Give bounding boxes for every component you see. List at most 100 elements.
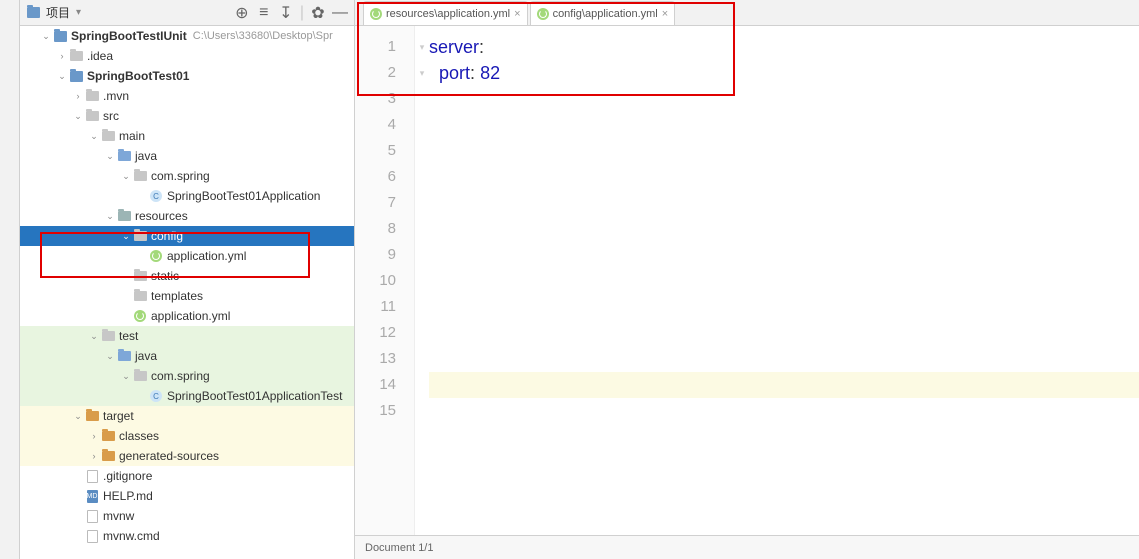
project-tree[interactable]: ⌄ SpringBootTestIUnit C:\Users\33680\Deskt… (20, 26, 354, 559)
chevron-right-icon[interactable]: › (72, 91, 84, 101)
tree-row[interactable]: ›.idea (20, 46, 354, 66)
tree-row[interactable]: mvnw (20, 506, 354, 526)
tree-row[interactable]: ›generated-sources (20, 446, 354, 466)
code-line[interactable] (429, 86, 1139, 112)
code-line[interactable] (429, 242, 1139, 268)
fold-marker (415, 164, 429, 190)
chevron-right-icon[interactable]: › (88, 451, 100, 461)
status-text: Document 1/1 (365, 542, 433, 554)
code-line[interactable] (429, 216, 1139, 242)
tree-node-label: main (119, 129, 145, 143)
code-line[interactable]: port: 82 (429, 60, 1139, 86)
tree-node-label: SpringBootTest01Application (167, 189, 320, 203)
tree-row[interactable]: ⌄com.spring (20, 366, 354, 386)
tree-row[interactable]: ⌄target (20, 406, 354, 426)
chevron-down-icon[interactable]: ⌄ (120, 371, 132, 382)
tree-node-path: C:\Users\33680\Desktop\Spr (193, 30, 333, 42)
code-line[interactable] (429, 372, 1139, 398)
code-line[interactable] (429, 268, 1139, 294)
line-number: 10 (355, 268, 414, 294)
code-line[interactable] (429, 164, 1139, 190)
fold-marker (415, 372, 429, 398)
line-number: 15 (355, 398, 414, 424)
chevron-down-icon[interactable]: ⌄ (56, 71, 68, 82)
tree-row[interactable]: .gitignore (20, 466, 354, 486)
tree-row[interactable]: › .mvn (20, 86, 354, 106)
chevron-down-icon[interactable]: ⌄ (88, 131, 100, 142)
chevron-down-icon[interactable]: ⌄ (88, 331, 100, 342)
tree-row[interactable]: ⌄test (20, 326, 354, 346)
chevron-right-icon[interactable]: › (88, 431, 100, 441)
tree-node-label: SpringBootTest01ApplicationTest (167, 389, 342, 403)
tree-row[interactable]: mvnw.cmd (20, 526, 354, 546)
expand-icon[interactable]: ↧ (278, 5, 294, 21)
tree-row[interactable]: ⌄ SpringBootTestIUnit C:\Users\33680\Deskt… (20, 26, 354, 46)
folder-orange-icon (100, 429, 116, 443)
fold-marker[interactable]: ▾ (415, 60, 429, 86)
code-line[interactable] (429, 346, 1139, 372)
chevron-down-icon[interactable]: ⌄ (104, 211, 116, 222)
editor-tab-config-yml[interactable]: config\application.yml × (530, 1, 676, 25)
line-number: 14 (355, 372, 414, 398)
close-icon[interactable]: × (514, 8, 520, 20)
tree-row[interactable]: ⌄java (20, 346, 354, 366)
tree-node-label: com.spring (151, 169, 210, 183)
code-line[interactable] (429, 320, 1139, 346)
tree-row[interactable]: templates (20, 286, 354, 306)
tree-row[interactable]: CSpringBootTest01Application (20, 186, 354, 206)
tree-row[interactable]: ⌄config (20, 226, 354, 246)
collapse-icon[interactable]: ≡ (256, 5, 272, 21)
code-line[interactable] (429, 190, 1139, 216)
tree-node-label: mvnw (103, 509, 134, 523)
chevron-down-icon[interactable]: ⌄ (72, 111, 84, 122)
fold-marker[interactable]: ▾ (415, 34, 429, 60)
tab-label: config\application.yml (553, 8, 658, 20)
code-content[interactable]: server: port: 82 (429, 26, 1139, 535)
chevron-right-icon[interactable]: › (56, 51, 68, 61)
chevron-down-icon[interactable]: ⌄ (72, 411, 84, 422)
tree-row[interactable]: application.yml (20, 306, 354, 326)
chevron-down-icon[interactable]: ⌄ (120, 231, 132, 242)
chevron-down-icon[interactable]: ⌄ (104, 151, 116, 162)
tree-row[interactable]: › classes (20, 426, 354, 446)
tree-node-label: SpringBootTestIUnit (71, 29, 187, 43)
tree-row[interactable]: ⌄ com.spring (20, 166, 354, 186)
rail-projects-tab[interactable] (0, 0, 4, 8)
line-number: 1 (355, 34, 414, 60)
editor-body[interactable]: 123456789101112131415 ▾▾ server: port: 8… (355, 26, 1139, 535)
code-line[interactable]: server: (429, 34, 1139, 60)
code-line[interactable] (429, 294, 1139, 320)
target-icon[interactable]: ⊕ (234, 5, 250, 21)
close-icon[interactable]: × (662, 8, 668, 20)
fold-marker (415, 190, 429, 216)
line-number: 7 (355, 190, 414, 216)
tree-row[interactable]: static (20, 266, 354, 286)
file-icon (84, 509, 100, 523)
proj-icon (68, 69, 84, 83)
chevron-down-icon[interactable]: ⌄ (120, 171, 132, 182)
tree-row[interactable]: CSpringBootTest01ApplicationTest (20, 386, 354, 406)
tree-node-label: .mvn (103, 89, 129, 103)
tree-node-label: application.yml (151, 309, 230, 323)
tree-node-label: classes (119, 429, 159, 443)
fold-marker (415, 268, 429, 294)
editor-tab-resources-yml[interactable]: resources\application.yml × (363, 1, 528, 25)
chevron-down-icon[interactable]: ⌄ (104, 351, 116, 362)
folder-grey-icon (132, 289, 148, 303)
tree-row[interactable]: MDHELP.md (20, 486, 354, 506)
code-line[interactable] (429, 112, 1139, 138)
tree-node-label: application.yml (167, 249, 246, 263)
dropdown-icon[interactable]: ▾ (76, 7, 81, 18)
tree-row[interactable]: ⌄src (20, 106, 354, 126)
tree-row[interactable]: ⌄SpringBootTest01 (20, 66, 354, 86)
tree-row[interactable]: ⌄java (20, 146, 354, 166)
code-line[interactable] (429, 138, 1139, 164)
fold-marker (415, 346, 429, 372)
gear-icon[interactable]: ✿ (310, 5, 326, 21)
hide-icon[interactable]: — (332, 5, 348, 21)
tree-row[interactable]: ⌄resources (20, 206, 354, 226)
chevron-down-icon[interactable]: ⌄ (40, 31, 52, 42)
tree-row[interactable]: application.yml (20, 246, 354, 266)
code-line[interactable] (429, 398, 1139, 424)
tree-row[interactable]: ⌄ main (20, 126, 354, 146)
